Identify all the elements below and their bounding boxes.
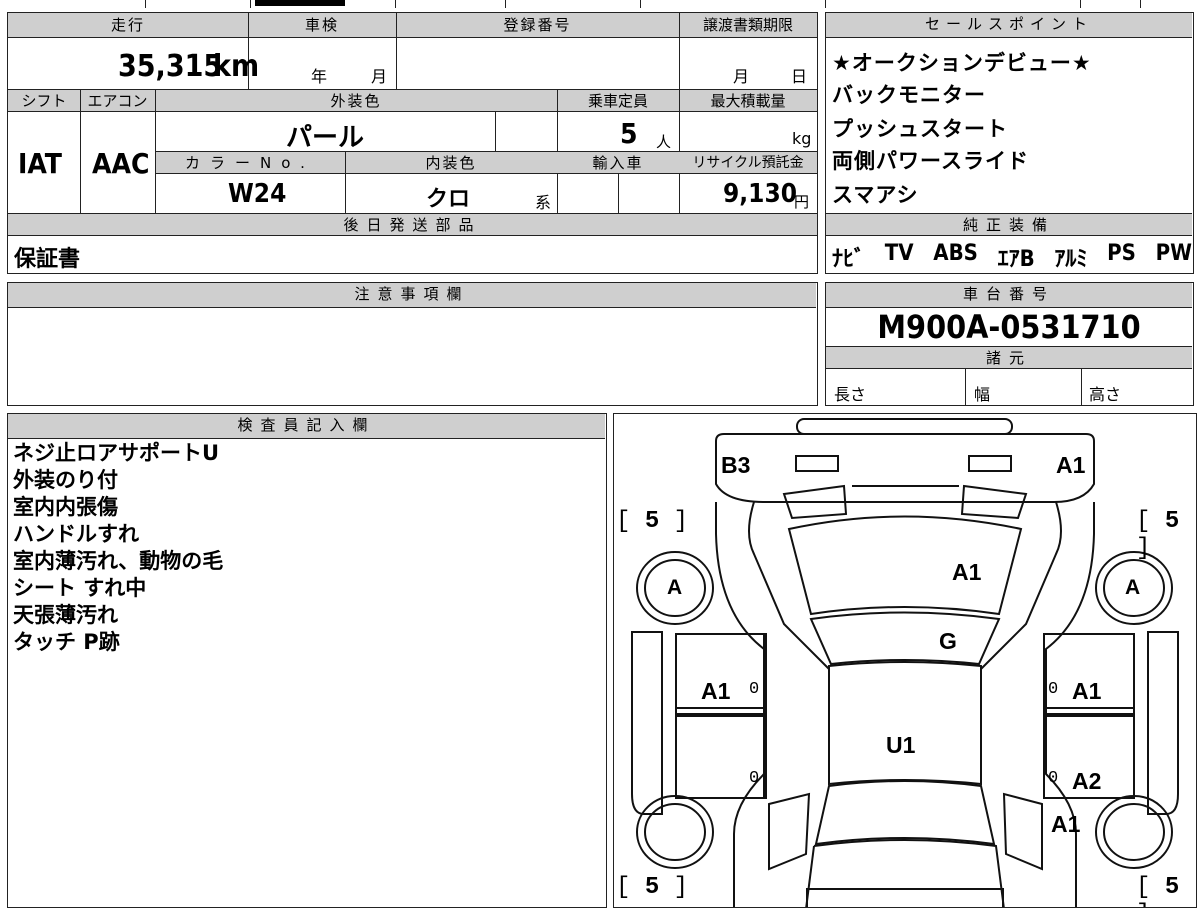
width-label: 幅	[974, 385, 991, 404]
vehicle-info-box: 走行 車検 登録番号 譲渡書類期限 35,315 km 年 月 月 日 シフト …	[7, 12, 818, 274]
inspector-note: 外装のり付	[13, 468, 118, 492]
interior-color-label: 内装色	[425, 154, 477, 172]
recycle-fee-value: 9,130	[723, 179, 797, 209]
max-load-unit: kg	[792, 129, 812, 148]
exterior-color-label: 外装色	[330, 92, 382, 110]
inspector-note: タッチ P跡	[13, 630, 120, 654]
inspector-note: 天張薄汚れ	[13, 603, 118, 627]
inspector-note: ハンドルすれ	[13, 522, 139, 546]
capacity-unit: 人	[656, 133, 672, 151]
damage-mark-right-front-door: A1	[1072, 678, 1102, 704]
mileage-unit: km	[213, 49, 260, 84]
equipment-item: ABS	[933, 241, 978, 266]
zero-mark: 0	[1048, 769, 1059, 788]
sales-point-item: プッシュスタート	[832, 117, 1008, 141]
equipment-item: ｴｱB	[997, 247, 1035, 272]
damage-mark-left-front-door: A1	[701, 678, 731, 704]
damage-mark-hood: A1	[952, 559, 982, 585]
transfer-deadline-label: 譲渡書類期限	[702, 16, 793, 34]
inspector-note: 室内内張傷	[13, 495, 118, 519]
sales-point-item: バックモニター	[832, 83, 986, 107]
sales-points-label: セールスポイント	[826, 13, 1192, 38]
ac-label: エアコン	[87, 92, 148, 110]
recycle-fee-unit: 円	[794, 193, 810, 211]
inspector-note: シート すれ中	[13, 576, 147, 600]
equipment-item: PS	[1107, 241, 1136, 266]
chassis-label: 車台番号	[826, 283, 1192, 308]
equipment-item: ｱﾙﾐ	[1054, 247, 1088, 272]
tread-depth-rear-left: [ 5 ]	[616, 874, 689, 901]
car-outline	[631, 418, 1179, 907]
zero-mark: 0	[749, 680, 760, 699]
later-parts-label: 後日発送部品	[343, 216, 482, 234]
sales-point-item: ★オークションデビュー★	[832, 51, 1092, 75]
capacity-value: 5	[620, 117, 638, 150]
damage-mark-front-right: A1	[1056, 452, 1086, 478]
damage-diagram: B3 A1 A1 G U1 A1 A1 A2 A1 A A 0 0 0 0 [ …	[613, 413, 1197, 908]
inspection-label: 車検	[304, 16, 339, 34]
top-strip	[0, 0, 1200, 8]
ac-value: AAC	[92, 147, 150, 180]
length-label: 長さ	[834, 385, 867, 404]
interior-color-suffix: 系	[535, 193, 552, 212]
zero-mark: 0	[1048, 680, 1059, 699]
inspector-label: 検査員記入欄	[8, 414, 605, 439]
sales-point-item: 両側パワースライド	[832, 149, 1029, 173]
notes-label: 注意事項欄	[8, 283, 816, 308]
max-load-label: 最大積載量	[710, 92, 786, 110]
damage-mark-front-left: B3	[721, 452, 751, 478]
height-label: 高さ	[1089, 385, 1122, 404]
transfer-month: 月	[733, 67, 750, 86]
notes-box: 注意事項欄	[7, 282, 818, 406]
capacity-label: 乗車定員	[587, 92, 648, 110]
shift-label: シフト	[21, 92, 67, 110]
damage-mark-windshield: G	[939, 628, 957, 654]
tread-depth-front-left: [ 5 ]	[616, 508, 689, 535]
damage-mark-right-rear-fender: A1	[1051, 811, 1081, 837]
shift-value: IAT	[18, 147, 62, 180]
chassis-box: 車台番号 M900A-0531710 諸元 長さ 幅 高さ	[825, 282, 1194, 406]
interior-color-value: クロ	[426, 187, 471, 212]
specs-label: 諸元	[985, 349, 1032, 367]
equipment-item: TV	[884, 241, 914, 266]
damage-mark-left-front-tire: A	[667, 576, 683, 599]
damage-mark-right-rear-door: A2	[1072, 768, 1102, 794]
equipment-list: ﾅﾋﾞ TV ABS ｴｱB ｱﾙﾐ PS PW	[832, 241, 1192, 273]
mileage-label: 走行	[110, 16, 145, 34]
exterior-color-value: パール	[286, 123, 365, 153]
later-parts-value: 保証書	[14, 247, 81, 272]
mileage-value: 35,315	[118, 49, 223, 84]
inspection-month: 月	[371, 67, 388, 86]
sales-points-box: セールスポイント ★オークションデビュー★ バックモニター プッシュスタート 両…	[825, 12, 1194, 274]
chassis-number: M900A-0531710	[877, 308, 1141, 346]
equipment-item: ﾅﾋﾞ	[832, 247, 866, 272]
tread-depth-front-right: [ 5 ]	[1136, 508, 1180, 562]
transfer-day: 日	[791, 67, 808, 86]
sales-point-item: スマアシ	[832, 183, 919, 207]
recycle-label: リサイクル預託金	[692, 155, 804, 171]
equipment-label: 純正装備	[962, 216, 1055, 234]
color-no-value: W24	[228, 179, 287, 209]
import-label: 輸入車	[592, 154, 644, 172]
equipment-item: PW	[1155, 241, 1192, 266]
registration-label: 登録番号	[503, 16, 572, 34]
inspector-note: ネジ止ロアサポートU	[13, 441, 220, 465]
damage-mark-roof: U1	[886, 732, 916, 758]
damage-mark-right-front-tire: A	[1125, 576, 1141, 599]
inspector-box: 検査員記入欄 ネジ止ロアサポートU 外装のり付 室内内張傷 ハンドルすれ 室内薄…	[7, 413, 607, 908]
color-no-label: カラーNo.	[185, 154, 315, 172]
tread-depth-rear-right: [ 5 ]	[1136, 874, 1180, 907]
zero-mark: 0	[749, 769, 760, 788]
inspector-note: 室内薄汚れ、動物の毛	[13, 549, 224, 573]
inspection-year: 年	[311, 67, 328, 86]
